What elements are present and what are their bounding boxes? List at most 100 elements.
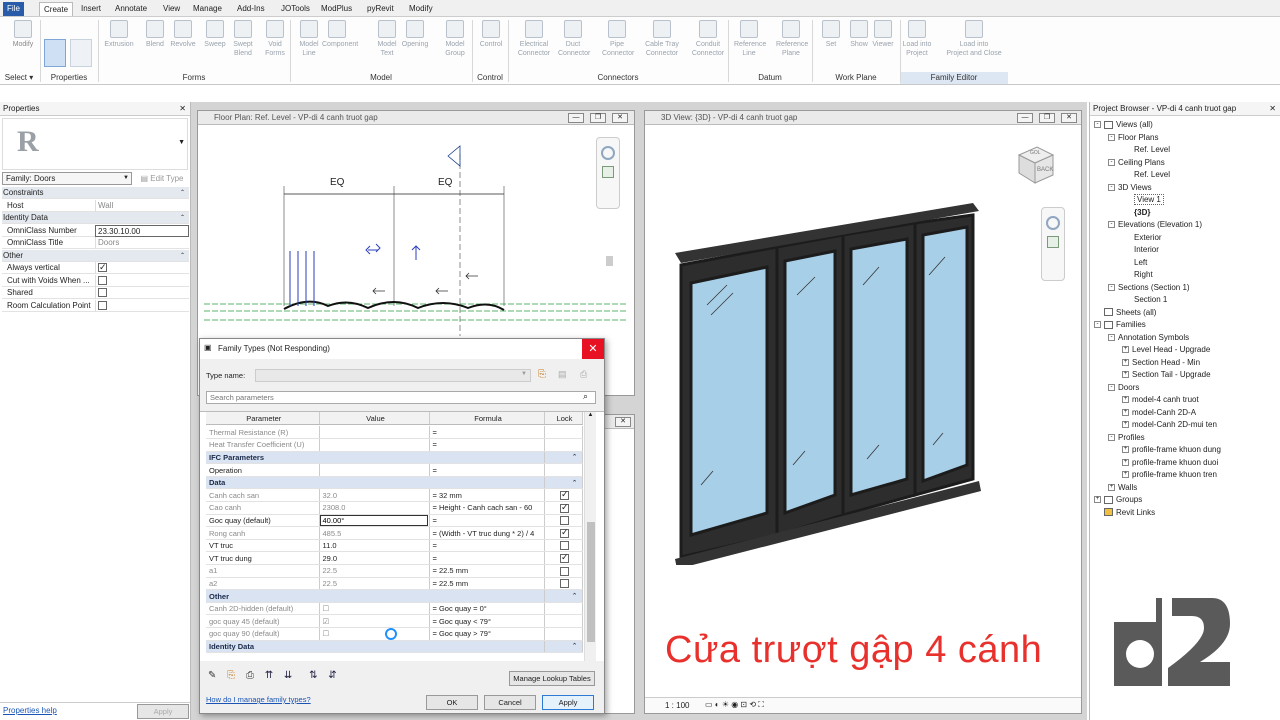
search-parameters-input[interactable] <box>206 391 596 404</box>
property-value-cell[interactable]: Wall <box>95 199 189 212</box>
parameter-formula[interactable]: = <box>429 514 545 528</box>
ribbon-button-void-forms[interactable]: Void Forms <box>260 20 290 58</box>
move-up-icon[interactable]: ⇈ <box>265 670 273 681</box>
zoom-icon[interactable] <box>602 166 614 178</box>
menu-insert[interactable]: Insert <box>77 2 105 16</box>
browser-item[interactable]: - Profiles <box>1108 432 1145 445</box>
steering-wheel-icon[interactable] <box>601 146 615 160</box>
lock-checkbox[interactable] <box>560 579 569 589</box>
rename-type-icon[interactable]: ▤ <box>558 369 567 380</box>
parameter-value[interactable]: 22.5 <box>319 564 430 578</box>
property-row[interactable]: Shared <box>2 287 189 299</box>
parameter-value[interactable]: 40.00° <box>319 514 430 528</box>
browser-item[interactable]: - Families <box>1094 319 1146 332</box>
browser-item[interactable]: Ref. Level <box>1122 144 1170 157</box>
lock-checkbox[interactable] <box>560 527 569 538</box>
expand-icon[interactable]: + <box>1122 446 1129 454</box>
collapse-icon[interactable]: ⌃ <box>544 589 583 603</box>
view-cube[interactable]: GOL BACK <box>1013 145 1057 185</box>
parameter-value[interactable]: ☐ <box>319 627 430 641</box>
browser-item[interactable]: Sheets (all) <box>1094 307 1156 320</box>
parameter-value[interactable] <box>319 438 430 452</box>
parameter-group-row[interactable]: Data ⌃ <box>206 476 583 490</box>
expand-icon[interactable]: + <box>1122 471 1129 479</box>
property-row[interactable]: Room Calculation Point <box>2 299 189 312</box>
edit-parameter-icon[interactable]: ✎ <box>208 670 216 681</box>
property-value-cell[interactable] <box>95 287 189 299</box>
collapse-icon[interactable]: ⌃ <box>544 476 583 490</box>
manage-lookup-tables-button[interactable]: Manage Lookup Tables <box>509 671 595 686</box>
parameter-value[interactable]: 22.5 <box>319 577 430 591</box>
menu-annotate[interactable]: Annotate <box>111 2 151 16</box>
apply-button[interactable]: Apply <box>542 695 594 710</box>
parameter-lock[interactable] <box>544 564 583 578</box>
parameter-value[interactable]: ☐ <box>319 602 430 616</box>
ribbon-button-control[interactable]: Control <box>476 20 506 49</box>
browser-item[interactable]: - Doors <box>1108 382 1139 395</box>
detail-level-icon[interactable]: ▭ ◐ ☀ ◉ ⊡ ⟲ ⛶ <box>705 700 764 710</box>
parameter-group-row[interactable]: IFC Parameters ⌃ <box>206 451 583 465</box>
close-icon[interactable]: ✕ <box>1269 102 1276 116</box>
parameter-value[interactable] <box>319 463 430 477</box>
parameter-lock[interactable] <box>544 438 583 452</box>
menu-file[interactable]: File <box>3 2 24 16</box>
grid-scrollbar[interactable]: ▲ <box>584 412 596 661</box>
lock-checkbox[interactable] <box>560 541 569 551</box>
property-value-cell[interactable]: Doors <box>95 237 189 249</box>
ribbon-button-model-group[interactable]: Model Group <box>440 20 470 58</box>
column-header-formula[interactable]: Formula <box>429 412 545 426</box>
menu-pyrevit[interactable]: pyRevit <box>363 2 398 16</box>
menu-add-ins[interactable]: Add-Ins <box>233 2 269 16</box>
ribbon-button-electrical-connector[interactable]: Electrical Connector <box>514 20 554 58</box>
parameter-formula[interactable]: = (Width - VT truc dung * 2) / 4 <box>429 526 545 540</box>
ribbon-button-extrusion[interactable]: Extrusion <box>104 20 134 49</box>
browser-item[interactable]: Section 1 <box>1122 294 1167 307</box>
parameter-formula[interactable]: = 22.5 mm <box>429 577 545 591</box>
ribbon-button-blend[interactable]: Blend <box>140 20 170 49</box>
collapse-icon[interactable]: - <box>1108 183 1115 191</box>
restore-button[interactable]: ❐ <box>1039 113 1055 123</box>
parameter-lock[interactable] <box>544 551 583 566</box>
collapse-icon[interactable]: ⌃ <box>180 212 185 224</box>
cancel-button[interactable]: Cancel <box>484 695 536 710</box>
parameter-lock[interactable] <box>544 602 583 616</box>
expand-icon[interactable]: + <box>1108 483 1115 491</box>
expand-icon[interactable]: + <box>1122 396 1129 404</box>
new-parameter-icon[interactable]: ⎘ <box>227 670 235 681</box>
parameter-lock[interactable] <box>544 463 583 477</box>
menu-create[interactable]: Create <box>39 2 74 16</box>
family-types-button[interactable] <box>70 39 92 67</box>
expand-icon[interactable]: + <box>1122 358 1129 366</box>
browser-item[interactable]: + Level Head - Upgrade <box>1122 344 1210 357</box>
collapse-icon[interactable]: - <box>1108 133 1115 141</box>
ribbon-button-model-text[interactable]: Model Text <box>372 20 402 58</box>
3d-view[interactable]: 3D View: {3D} - VP-di 4 canh truot gap —… <box>644 110 1082 714</box>
parameter-value[interactable]: 11.0 <box>319 539 430 553</box>
ribbon-button-reference-line[interactable]: Reference Line <box>734 20 766 58</box>
parameter-lock[interactable] <box>544 614 583 628</box>
browser-item[interactable]: Ref. Level <box>1122 169 1170 182</box>
minimize-button[interactable]: — <box>1017 113 1033 123</box>
ribbon-button-swept-blend[interactable]: Swept Blend <box>228 20 258 58</box>
browser-item[interactable]: + profile-frame khuon tren <box>1122 469 1217 482</box>
parameter-formula[interactable]: = Goc quay = 0° <box>429 602 545 616</box>
lock-checkbox[interactable] <box>560 489 569 501</box>
close-button[interactable]: ✕ <box>612 113 628 123</box>
collapse-icon[interactable]: - <box>1094 121 1101 129</box>
expand-icon[interactable]: + <box>1122 371 1129 379</box>
menu-jotools[interactable]: JOTools <box>277 2 314 16</box>
property-row[interactable]: Always vertical <box>2 261 189 274</box>
column-header-value[interactable]: Value <box>319 412 430 426</box>
move-down-icon[interactable]: ⇊ <box>284 670 292 681</box>
property-row[interactable]: OmniClass Title Doors <box>2 237 189 249</box>
browser-item[interactable]: + Walls <box>1108 482 1137 495</box>
checkbox[interactable] <box>98 275 107 285</box>
property-value-cell[interactable]: 23.30.10.00 <box>95 224 189 237</box>
browser-item[interactable]: Left <box>1122 257 1147 270</box>
ok-button[interactable]: OK <box>426 695 478 710</box>
browser-item[interactable]: Revit Links <box>1094 507 1155 520</box>
family-types-help-link[interactable]: How do I manage family types? <box>206 695 311 704</box>
edit-type-button[interactable]: ▤ Edit Type <box>136 172 188 185</box>
restore-button[interactable]: ❐ <box>590 113 606 123</box>
sort-descending-icon[interactable]: ⇵ <box>328 670 336 681</box>
